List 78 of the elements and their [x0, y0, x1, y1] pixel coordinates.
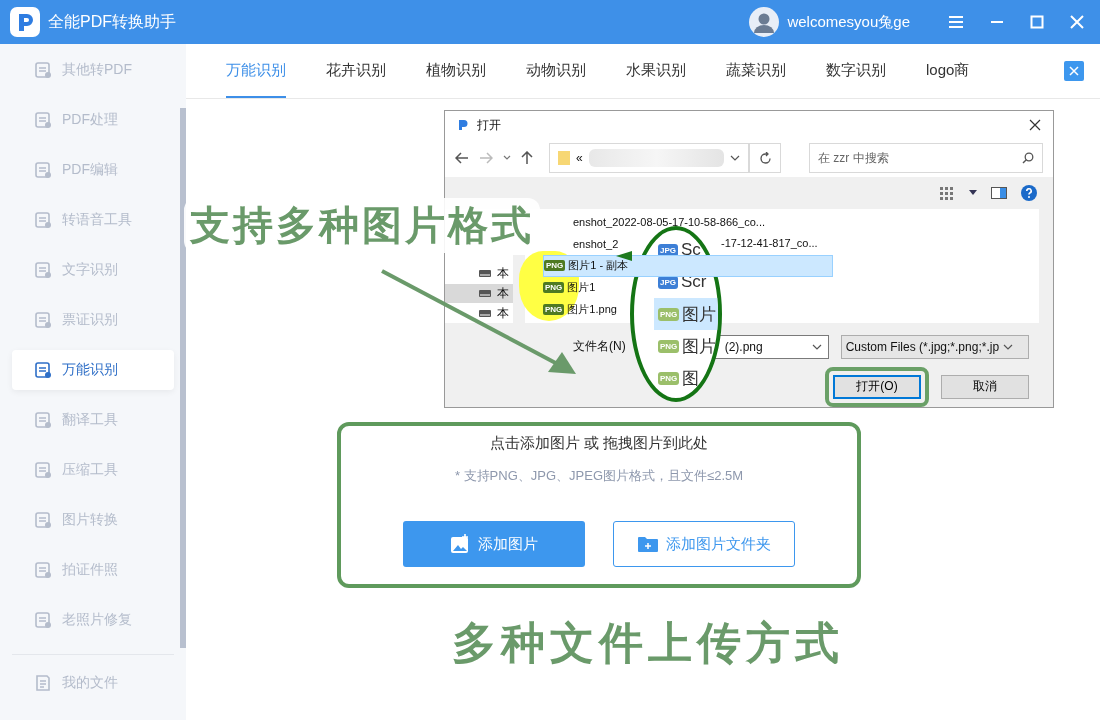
file-name: 图片1 - 副本	[568, 258, 629, 274]
tool-icon	[34, 111, 52, 129]
tab[interactable]: 万能识别	[226, 44, 286, 98]
document-icon	[34, 674, 52, 692]
app-logo-icon	[457, 119, 469, 132]
file-type-dropdown[interactable]: Custom Files (*.jpg;*.png;*.jp	[840, 335, 1029, 359]
tab[interactable]: 动物识别	[526, 44, 586, 98]
close-button[interactable]	[1064, 61, 1084, 81]
file-row[interactable]: PNG 图片1.png	[543, 299, 617, 321]
tab[interactable]: 数字识别	[826, 44, 886, 98]
file-row[interactable]: enshot_2022-08-05-17-10-58-866_co...	[543, 211, 766, 233]
annotation-caption: 多种文件上传方式	[452, 617, 844, 669]
image-icon	[450, 534, 470, 554]
drive-icon	[479, 309, 491, 317]
tool-icon	[34, 611, 52, 629]
chevron-icon	[811, 344, 822, 350]
app-title: 全能PDF转换助手	[48, 11, 176, 32]
app-logo-icon	[10, 7, 40, 37]
scrollbar[interactable]	[180, 108, 186, 648]
address-field[interactable]: «	[549, 143, 749, 174]
open-button[interactable]: 打开(O)	[833, 375, 921, 399]
tool-icon	[34, 261, 52, 279]
file-name: enshot_2022-08-05-17-10-58-866_co...	[572, 216, 766, 228]
folder-icon	[558, 150, 570, 167]
upload-title: 点击添加图片 或 拖拽图片到此处	[489, 434, 709, 453]
annotation-caption: 支持多种图片格式	[184, 198, 540, 253]
tool-icon	[34, 461, 52, 479]
nav-item[interactable]: 本	[445, 303, 525, 323]
folder-icon	[637, 535, 658, 553]
tool-icon	[34, 61, 52, 79]
callout-pointer	[616, 251, 632, 261]
sidebar-item[interactable]: 万能识别	[12, 350, 174, 390]
file-name: 图片1.png	[567, 302, 617, 318]
maximize-icon[interactable]	[1030, 15, 1044, 29]
magnified-file-row-text: PNG 图	[658, 367, 701, 390]
refresh-icon	[758, 151, 772, 165]
tool-icon	[34, 411, 52, 429]
up-arrow-icon[interactable]	[521, 151, 533, 166]
cancel-button[interactable]: 取消	[941, 375, 1029, 399]
file-name: 图片1	[567, 280, 596, 296]
tool-icon	[34, 211, 52, 229]
tool-icon	[34, 361, 52, 379]
back-arrow-icon[interactable]	[455, 152, 469, 165]
search-field[interactable]: 在 zzr 中搜索	[809, 143, 1043, 174]
view-grid-icon[interactable]	[939, 185, 955, 200]
file-row[interactable]: PNG 图片1	[543, 277, 596, 299]
chevron-icon	[1003, 344, 1014, 350]
tool-icon	[34, 311, 52, 329]
chevron-icon[interactable]	[503, 155, 511, 162]
upload-hint: * 支持PNG、JPG、JPEG图片格式，且文件≤2.5M	[454, 467, 744, 485]
file-row[interactable]: PNG 图片1 - 副本	[543, 255, 833, 277]
tool-icon	[34, 561, 52, 579]
dialog-title: 打开	[477, 116, 501, 134]
dropdown-caret-icon[interactable]	[969, 190, 977, 196]
close-icon[interactable]	[1029, 119, 1041, 132]
close-icon	[1069, 66, 1079, 76]
menu-icon[interactable]	[948, 15, 964, 29]
tool-icon	[34, 511, 52, 529]
magnified-file-row: PNG 图片	[654, 298, 718, 330]
tab[interactable]: 蔬菜识别	[726, 44, 786, 98]
chevron-icon	[730, 155, 740, 162]
filename-label: 文件名(N)	[573, 338, 626, 356]
tab[interactable]: 植物识别	[426, 44, 486, 98]
tab[interactable]: 水果识别	[626, 44, 686, 98]
help-icon[interactable]	[1021, 184, 1037, 201]
drive-icon	[479, 290, 491, 297]
tab[interactable]: 花卉识别	[326, 44, 386, 98]
preview-pane-icon[interactable]	[991, 186, 1007, 199]
png-file-icon: PNG	[543, 282, 565, 294]
png-file-icon: PNG	[544, 260, 566, 272]
drive-icon	[479, 270, 491, 278]
search-icon	[1022, 152, 1034, 165]
tool-icon	[34, 161, 52, 179]
nav-item[interactable]: 本	[445, 264, 525, 284]
tab[interactable]: logo商	[926, 44, 970, 98]
png-file-icon: PNG	[543, 304, 565, 316]
refresh-button[interactable]	[749, 143, 781, 174]
avatar-icon	[749, 7, 780, 37]
